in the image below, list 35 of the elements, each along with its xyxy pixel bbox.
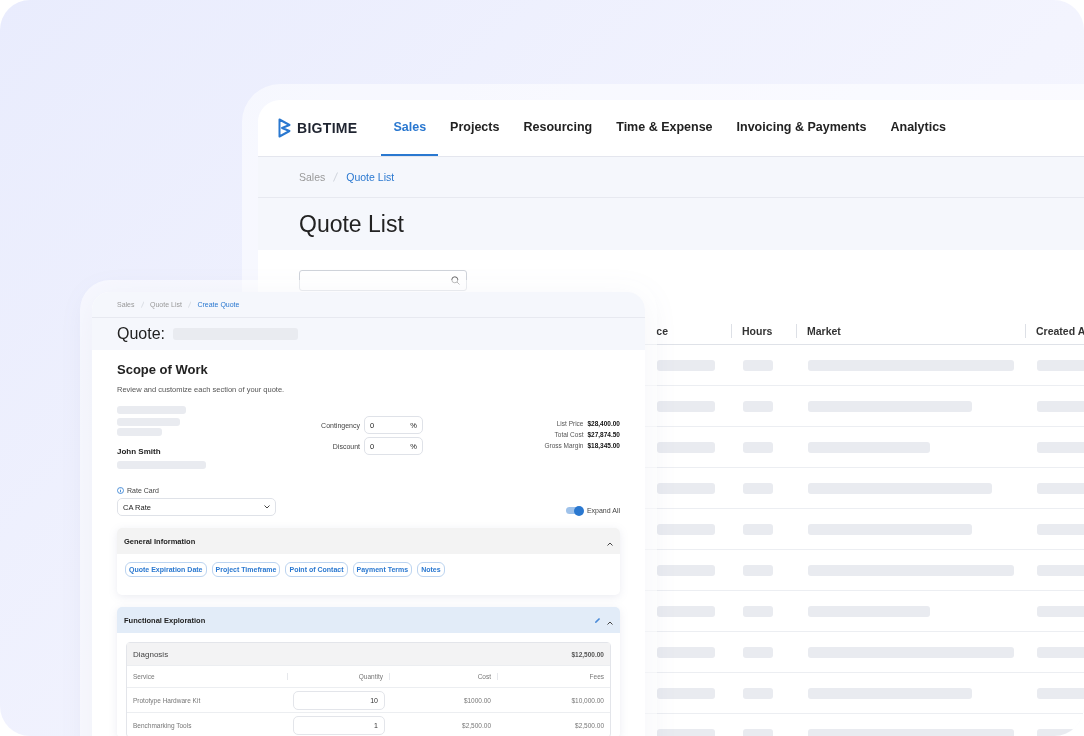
skeleton-bar	[657, 400, 715, 412]
info-icon	[117, 487, 124, 494]
column-header: Market	[796, 323, 1025, 338]
nav-tab[interactable]: Invoicing & Payments	[724, 100, 879, 156]
skeleton-bar	[657, 646, 715, 658]
logo-icon	[278, 118, 291, 138]
nav-tab[interactable]: Analytics	[878, 100, 959, 156]
pencil-icon[interactable]	[594, 616, 601, 624]
skeleton-bar	[657, 359, 715, 371]
skeleton-bar	[657, 728, 715, 736]
skeleton-bar	[657, 564, 715, 576]
brand-name: BIGTIME	[297, 120, 358, 136]
nav-tab[interactable]: Time & Expense	[604, 100, 725, 156]
nav-tab[interactable]: Resourcing	[511, 100, 605, 156]
search-icon	[451, 276, 460, 285]
column-header: Hours	[731, 323, 796, 338]
skeleton-bar	[657, 687, 715, 699]
client-name: John Smith	[117, 447, 162, 456]
chevron-up-icon[interactable]	[607, 621, 613, 625]
section-title: Scope of Work	[117, 362, 209, 377]
page-title: Quote:	[117, 325, 166, 343]
skeleton-bar	[657, 482, 715, 494]
nav-tab[interactable]: Projects	[438, 100, 512, 156]
chevron-up-icon[interactable]	[607, 542, 613, 546]
search-field[interactable]	[299, 270, 467, 291]
toggle-switch[interactable]	[565, 507, 583, 514]
chevron-down-icon[interactable]	[264, 505, 270, 509]
slash-separator-icon	[333, 172, 339, 182]
page-title: Quote List	[299, 210, 404, 238]
breadcrumb-link[interactable]: Quote List	[346, 171, 395, 183]
skeleton-bar	[657, 605, 715, 617]
column-header: ce	[655, 323, 669, 338]
skeleton-bar	[657, 441, 715, 453]
group-title: Diagnosis	[133, 649, 169, 659]
skeleton-bar	[657, 523, 715, 535]
